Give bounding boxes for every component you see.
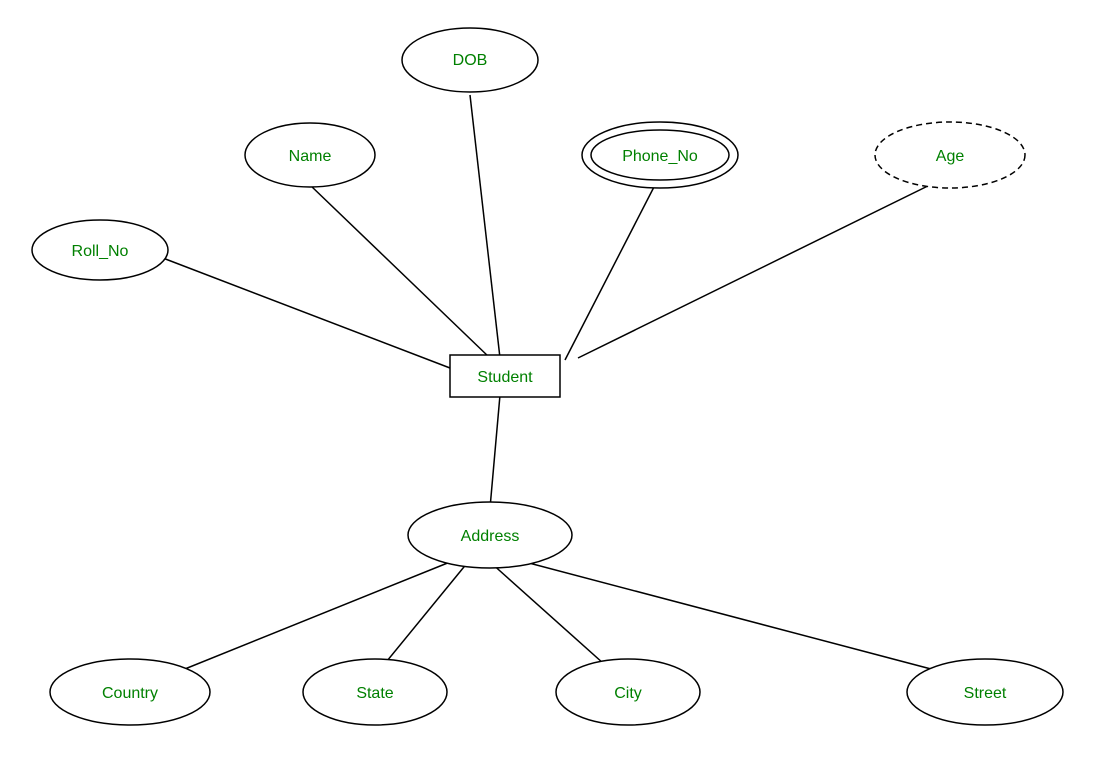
- street-label: Street: [964, 685, 1007, 702]
- line-address-city: [490, 562, 613, 672]
- er-diagram: Student DOB Name Phone_No Age Roll_No Ad…: [0, 0, 1112, 753]
- country-label: Country: [102, 685, 158, 702]
- name-label: Name: [289, 148, 332, 165]
- line-student-age: [578, 180, 940, 358]
- state-label: State: [356, 685, 393, 702]
- student-label: Student: [477, 369, 533, 386]
- line-student-rollno: [155, 255, 450, 368]
- address-label: Address: [461, 528, 520, 545]
- line-student-address: [490, 395, 500, 508]
- line-address-state: [378, 562, 468, 672]
- line-student-name: [310, 185, 490, 358]
- phone-label: Phone_No: [622, 148, 698, 165]
- city-label: City: [614, 685, 642, 702]
- line-student-phone: [565, 185, 655, 360]
- line-student-dob: [470, 95, 500, 358]
- dob-label: DOB: [453, 52, 488, 69]
- rollno-label: Roll_No: [72, 243, 129, 260]
- line-address-country: [165, 560, 455, 677]
- age-label: Age: [936, 148, 965, 165]
- line-address-street: [510, 558, 950, 674]
